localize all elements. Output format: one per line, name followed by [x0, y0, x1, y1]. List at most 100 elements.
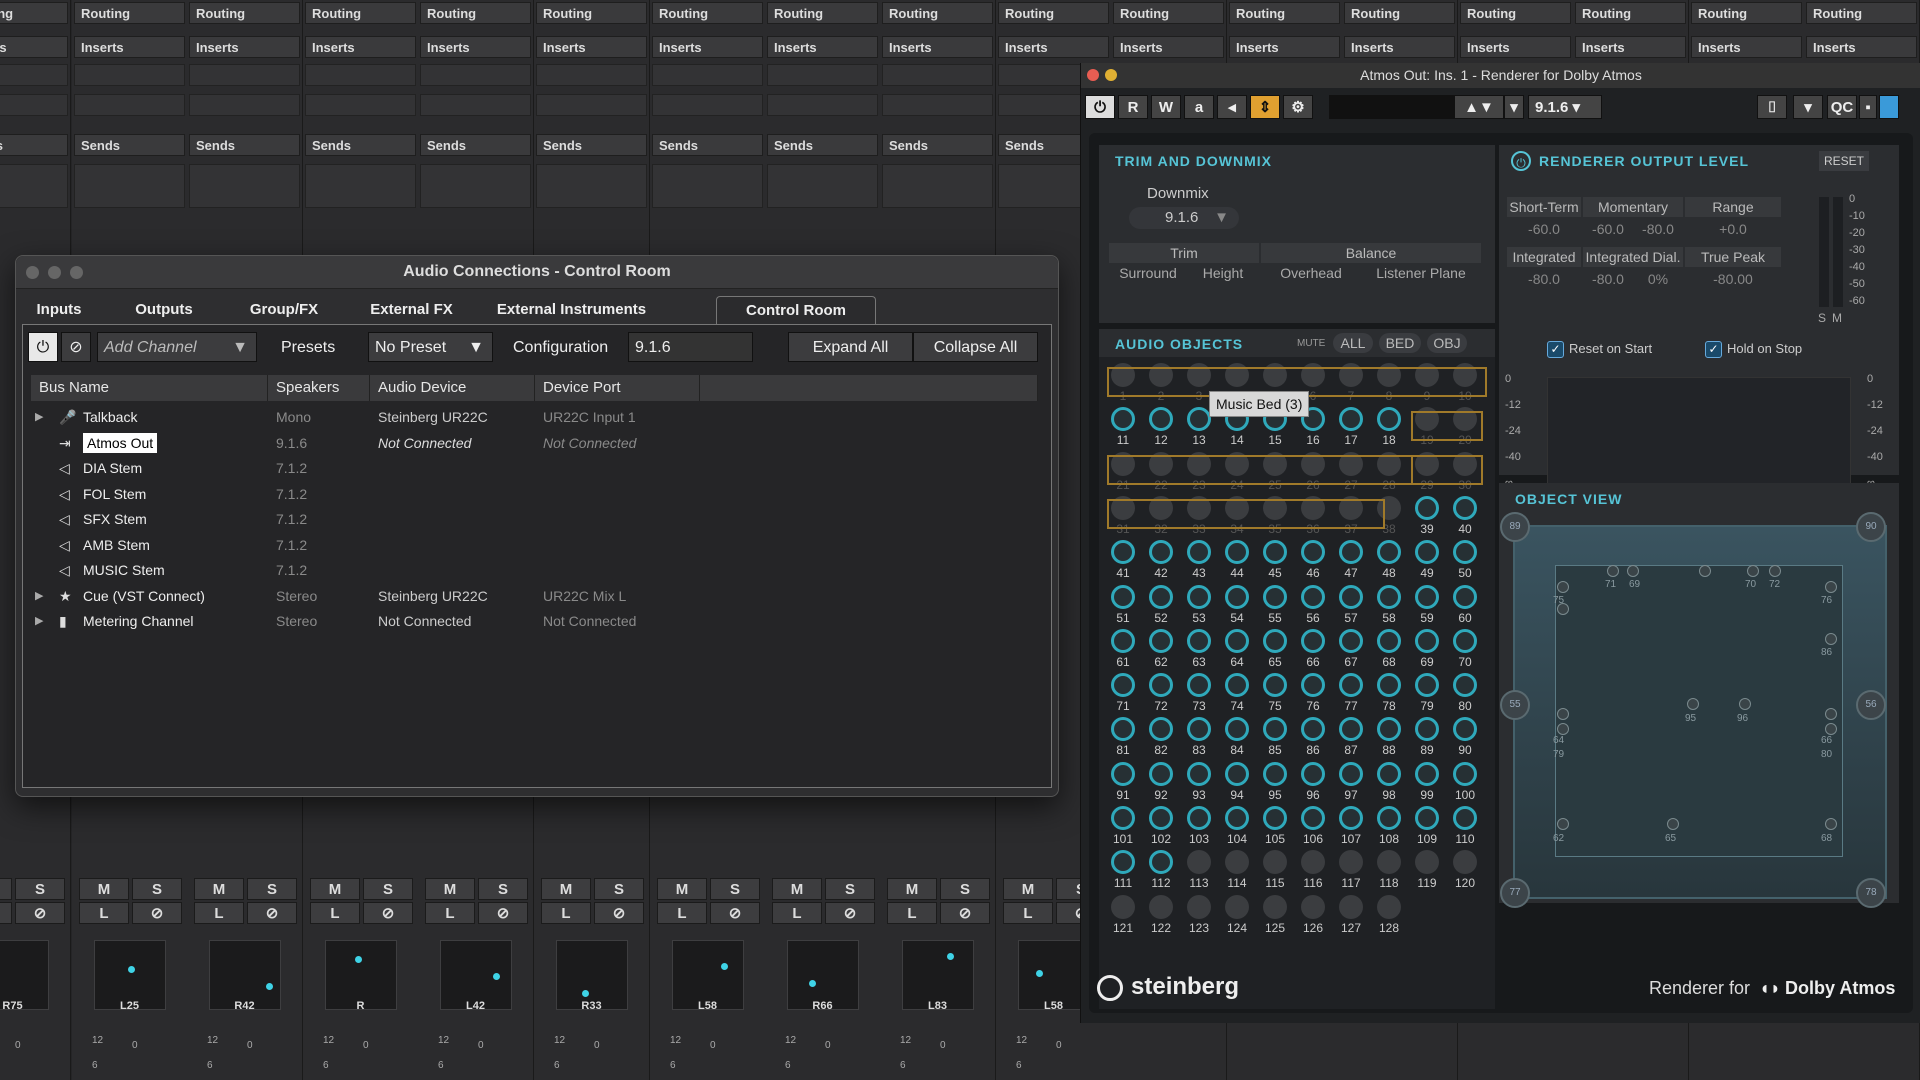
power-icon[interactable]: ⏻	[1511, 151, 1531, 171]
audio-object-97[interactable]	[1339, 761, 1363, 786]
routing-slot[interactable]: Routing	[1460, 2, 1571, 24]
sends-slot[interactable]: Sends	[767, 134, 878, 156]
audio-object-78[interactable]	[1377, 673, 1401, 698]
routing-slot[interactable]: Routing	[1344, 2, 1455, 24]
audio-object-40[interactable]	[1453, 495, 1477, 520]
audio-object-123[interactable]	[1187, 894, 1211, 919]
chevron-down-icon[interactable]: ▾	[1504, 95, 1524, 119]
bus-name[interactable]: MUSIC Stem	[83, 558, 165, 583]
mute-button[interactable]: M	[541, 878, 591, 900]
audio-object-18[interactable]	[1377, 407, 1401, 432]
power-icon[interactable]: ⏻	[28, 332, 58, 362]
audio-object-93[interactable]	[1187, 761, 1211, 786]
balance-overhead[interactable]: Overhead	[1261, 263, 1361, 283]
routing-slot[interactable]: Routing	[1806, 2, 1917, 24]
bus-name[interactable]: Cue (VST Connect)	[83, 584, 205, 609]
audio-object-41[interactable]	[1111, 540, 1135, 565]
audio-object-110[interactable]	[1453, 806, 1477, 830]
bus-audio-device[interactable]: Not Connected	[378, 431, 471, 456]
audio-object-95[interactable]	[1263, 761, 1287, 786]
audio-object-61[interactable]	[1111, 628, 1135, 653]
monitor-icon[interactable]: ⊘	[710, 902, 760, 924]
mute-button[interactable]: M	[772, 878, 822, 900]
configuration-field[interactable]: 9.1.6	[628, 332, 753, 362]
inserts-slot[interactable]: Inserts	[882, 36, 993, 58]
trim-surround[interactable]: Surround	[1109, 263, 1187, 283]
audio-object-100[interactable]	[1453, 761, 1477, 786]
insert-slot[interactable]	[189, 64, 300, 86]
audio-object-83[interactable]	[1187, 717, 1211, 742]
audio-object-72[interactable]	[1149, 673, 1173, 698]
sends-slot[interactable]: Sends	[305, 134, 416, 156]
insert-slot[interactable]	[0, 94, 68, 116]
send-slot[interactable]	[0, 164, 68, 208]
audio-object-74[interactable]	[1225, 673, 1249, 698]
object-view-corner-node[interactable]: 78	[1856, 878, 1886, 908]
audio-object-86[interactable]	[1301, 717, 1325, 742]
qc-button[interactable]: QC	[1827, 95, 1857, 119]
audio-object-125[interactable]	[1263, 894, 1287, 919]
audio-object-90[interactable]	[1453, 717, 1477, 742]
audio-object-109[interactable]	[1415, 806, 1439, 830]
send-slot[interactable]	[305, 164, 416, 208]
audio-object-51[interactable]	[1111, 584, 1135, 609]
audio-object-68[interactable]	[1377, 628, 1401, 653]
audio-object-128[interactable]	[1377, 894, 1401, 919]
routing-slot[interactable]: Routing	[652, 2, 763, 24]
send-slot[interactable]	[536, 164, 647, 208]
format-dropdown[interactable]: 9.1.6 ▾	[1528, 95, 1602, 119]
audio-object-17[interactable]	[1339, 407, 1363, 432]
expand-all-button[interactable]: Expand All	[788, 332, 913, 362]
zoom-window-button[interactable]	[70, 266, 83, 279]
audio-object-70[interactable]	[1453, 628, 1477, 653]
send-slot[interactable]	[882, 164, 993, 208]
camera-icon[interactable]: ⌷	[1757, 95, 1787, 119]
audio-object-11[interactable]	[1111, 407, 1135, 432]
close-window-button[interactable]	[1087, 69, 1099, 81]
audio-object-45[interactable]	[1263, 540, 1287, 565]
monitor-icon[interactable]: ⊘	[478, 902, 528, 924]
inserts-slot[interactable]: Inserts	[1575, 36, 1686, 58]
monitor-icon[interactable]: ⊘	[940, 902, 990, 924]
insert-slot[interactable]	[420, 94, 531, 116]
send-slot[interactable]	[74, 164, 185, 208]
audio-object-48[interactable]	[1377, 540, 1401, 565]
column-header-bus-name[interactable]: Bus Name	[31, 375, 268, 401]
listen-button[interactable]: L	[887, 902, 937, 924]
routing-slot[interactable]: Routing	[1575, 2, 1686, 24]
bus-device-port[interactable]: UR22C Mix L	[543, 584, 626, 609]
listen-button[interactable]: L	[0, 902, 12, 924]
sends-slot[interactable]: Sends	[189, 134, 300, 156]
audio-object-79[interactable]	[1415, 673, 1439, 698]
inserts-slot[interactable]: Inserts	[0, 36, 68, 58]
bus-row[interactable]: ⇥ Atmos Out 9.1.6 Not Connected Not Connecte…	[23, 431, 1051, 456]
sends-slot[interactable]: Sends	[882, 134, 993, 156]
ab-compare-icon[interactable]: ⇕	[1250, 95, 1280, 119]
audio-object-69[interactable]	[1415, 628, 1439, 653]
object-view-corner-node[interactable]: 90	[1856, 512, 1886, 542]
insert-slot[interactable]	[882, 94, 993, 116]
routing-slot[interactable]: Routing	[1113, 2, 1224, 24]
bus-device-port[interactable]: UR22C Input 1	[543, 405, 636, 430]
inserts-slot[interactable]: Inserts	[767, 36, 878, 58]
link-icon[interactable]: ⊘	[61, 332, 91, 362]
bus-audio-device[interactable]: Steinberg UR22C	[378, 584, 488, 609]
audio-object-43[interactable]	[1187, 540, 1211, 565]
sends-slot[interactable]: Sends	[652, 134, 763, 156]
audio-object-39[interactable]	[1415, 495, 1439, 520]
gear-icon[interactable]: ⚙	[1283, 95, 1313, 119]
minimize-window-button[interactable]	[48, 266, 61, 279]
audio-object-76[interactable]	[1301, 673, 1325, 698]
mute-bed-button[interactable]: BED	[1379, 333, 1421, 353]
bus-audio-device[interactable]: Steinberg UR22C	[378, 405, 488, 430]
insert-slot[interactable]	[305, 64, 416, 86]
chevron-down-icon[interactable]: ▾	[1793, 95, 1823, 119]
mute-button[interactable]: M	[887, 878, 937, 900]
tab-group-fx[interactable]: Group/FX	[229, 296, 339, 324]
preset-nav-icon[interactable]: ▲▼	[1454, 95, 1504, 119]
preset-field[interactable]	[1329, 95, 1454, 119]
audio-object-73[interactable]	[1187, 673, 1211, 698]
audio-object-102[interactable]	[1149, 806, 1173, 830]
monitor-icon[interactable]: ⊘	[247, 902, 297, 924]
inserts-slot[interactable]: Inserts	[1691, 36, 1802, 58]
